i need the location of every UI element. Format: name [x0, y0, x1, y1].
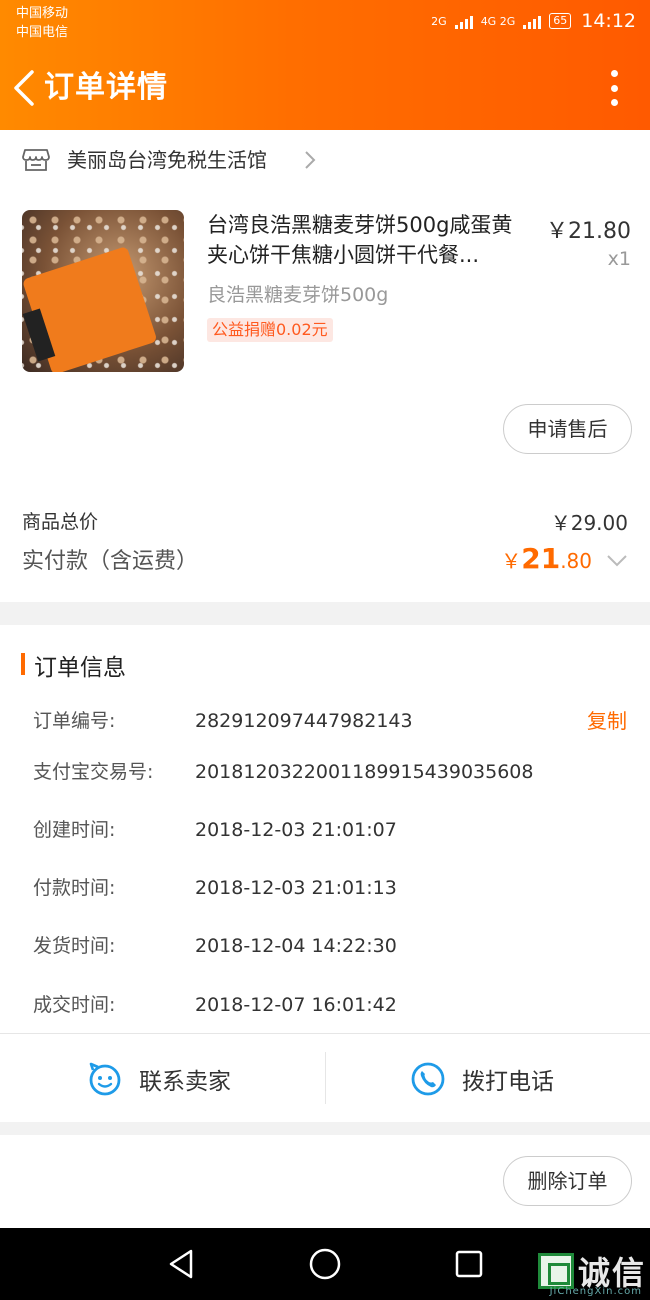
paid-integer: 21 — [521, 542, 561, 575]
charity-badge: 公益捐赠0.02元 — [207, 318, 333, 342]
more-vertical-icon[interactable] — [608, 70, 620, 106]
after-sale-button[interactable]: 申请售后 — [503, 404, 632, 454]
paid-amount-label: 实付款（含运费） — [22, 549, 199, 574]
phone-icon — [411, 1062, 445, 1096]
info-value: 282912097447982143 — [195, 710, 413, 732]
info-label: 成交时间: — [33, 994, 116, 1016]
status-bar-carriers: 中国移动 中国电信 — [16, 4, 68, 42]
carrier-1: 中国移动 — [16, 6, 69, 21]
product-sku: 良浩黑糖麦芽饼500g — [207, 284, 389, 306]
shop-row[interactable]: 美丽岛台湾免税生活馆 — [0, 130, 650, 190]
product-quantity: x1 — [607, 248, 631, 270]
call-phone-button[interactable]: 拨打电话 — [410, 1049, 554, 1109]
back-triangle-icon[interactable] — [163, 1246, 199, 1282]
product-image[interactable] — [22, 210, 184, 372]
info-value: 2018-12-03 21:01:13 — [195, 877, 397, 899]
battery-icon: 65 — [549, 13, 572, 29]
info-value: 2018-12-07 16:01:42 — [195, 994, 397, 1016]
info-label: 订单编号: — [33, 710, 116, 732]
status-bar-indicators: 2G 4G 2G 65 14:12 — [431, 10, 636, 32]
network-2-label: 4G 2G — [480, 14, 516, 28]
chat-smile-icon — [89, 1062, 121, 1096]
contact-seller-label: 联系卖家 — [139, 1069, 231, 1095]
paid-amount-value[interactable]: ￥21.80 — [501, 542, 592, 575]
divider — [0, 1033, 650, 1034]
order-info-card: 订单信息 订单编号: 282912097447982143 复制 支付宝交易号:… — [0, 625, 650, 1122]
watermark-subtext: JiChengXin.com — [549, 1286, 642, 1297]
info-label: 付款时间: — [33, 877, 116, 899]
signal-2-icon — [523, 13, 542, 29]
call-phone-label: 拨打电话 — [462, 1069, 554, 1095]
info-value: 2018120322001189915439035608 — [195, 761, 534, 783]
network-1-label: 2G — [431, 14, 447, 28]
recents-square-icon[interactable] — [451, 1246, 487, 1282]
status-time: 14:12 — [581, 10, 636, 32]
product-title[interactable]: 台湾良浩黑糖麦芽饼500g咸蛋黄夹心饼干焦糖小圆饼干代餐... — [207, 210, 529, 270]
chevron-down-icon[interactable] — [606, 554, 628, 568]
chevron-left-icon[interactable] — [10, 66, 40, 110]
store-icon — [22, 149, 50, 171]
app-header: 中国移动 中国电信 2G 4G 2G 65 14:12 订单详情 — [0, 0, 650, 130]
goods-total-label: 商品总价 — [22, 511, 99, 533]
paid-decimal: .80 — [560, 549, 592, 573]
goods-total-value: ￥29.00 — [550, 511, 628, 535]
copy-button[interactable]: 复制 — [587, 706, 627, 736]
contact-seller-button[interactable]: 联系卖家 — [87, 1049, 231, 1109]
chevron-right-icon — [305, 151, 316, 169]
product-price: ￥21.80 — [546, 219, 631, 244]
delete-order-button[interactable]: 删除订单 — [503, 1156, 632, 1206]
shop-name[interactable]: 美丽岛台湾免税生活馆 — [67, 146, 267, 174]
info-label: 发货时间: — [33, 935, 116, 957]
info-label: 创建时间: — [33, 819, 116, 841]
bottom-actions-card: 删除订单 — [0, 1135, 650, 1228]
home-circle-icon[interactable] — [307, 1246, 343, 1282]
order-info-title: 订单信息 — [34, 655, 126, 681]
order-product-card: 美丽岛台湾免税生活馆 台湾良浩黑糖麦芽饼500g咸蛋黄夹心饼干焦糖小圆饼干代餐.… — [0, 130, 650, 602]
carrier-2: 中国电信 — [16, 25, 69, 40]
signal-1-icon — [454, 13, 473, 29]
info-value: 2018-12-03 21:01:07 — [195, 819, 397, 841]
info-label: 支付宝交易号: — [33, 761, 154, 783]
section-accent-bar — [21, 653, 25, 675]
info-value: 2018-12-04 14:22:30 — [195, 935, 397, 957]
divider-vertical — [325, 1052, 326, 1104]
page-title: 订单详情 — [44, 70, 168, 105]
paid-currency: ￥ — [501, 549, 522, 573]
watermark-logo-icon — [537, 1253, 574, 1289]
